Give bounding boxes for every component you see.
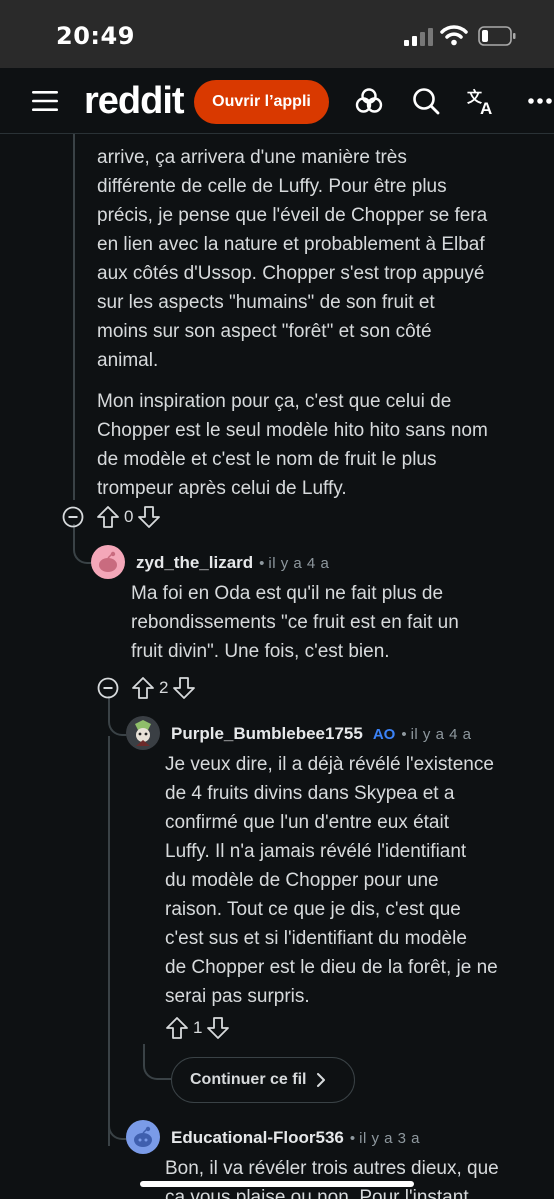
- vote-score: 1: [193, 1018, 203, 1037]
- username[interactable]: zyd_the_lizard: [136, 553, 253, 573]
- home-indicator: [140, 1181, 414, 1187]
- status-time: 20:49: [56, 22, 135, 50]
- comment-line: aux côtés d'Ussop. Chopper s'est trop ap…: [97, 263, 485, 284]
- comment-age: il y a 4 a: [268, 555, 330, 572]
- collapse-thread-icon[interactable]: [97, 677, 119, 699]
- thread-line: [73, 134, 75, 500]
- downvote-icon[interactable]: [206, 1016, 230, 1040]
- vote-bar: 0: [96, 503, 161, 531]
- comment-line: Luffy. Il n'a jamais révélé l'identifian…: [165, 841, 467, 862]
- comment-line: du modèle de Chopper pour une: [165, 870, 439, 891]
- comment-line: précis, je pense que l'éveil de Chopper …: [97, 205, 488, 226]
- upvote-icon[interactable]: [96, 505, 120, 529]
- avatar[interactable]: [126, 716, 160, 750]
- comment-body: Je veux dire, il a déjà révélé l'existen…: [165, 750, 545, 1011]
- comment-line: trompeur après celui de Luffy.: [97, 478, 347, 499]
- comment-line: Bon, il va révéler trois autres dieux, q…: [165, 1158, 499, 1179]
- separator-dot: •: [401, 726, 407, 743]
- communities-icon[interactable]: [354, 86, 384, 116]
- comment-line: moins sur son aspect "forêt" et son côté: [97, 321, 432, 342]
- collapse-thread-icon[interactable]: [62, 506, 84, 528]
- comment-thread: arrive, ça arrivera d'une manière très d…: [0, 134, 554, 1199]
- comment-line: de 4 fruits divins dans Skypea et a: [165, 783, 455, 804]
- comment-line: sur les aspects "humains" de son fruit e…: [97, 292, 435, 313]
- comment-line: en lien avec la nature et probablement à…: [97, 234, 485, 255]
- thread-connector: [143, 1044, 171, 1080]
- hamburger-menu-icon[interactable]: [32, 90, 58, 112]
- downvote-icon[interactable]: [137, 505, 161, 529]
- op-badge: AO: [372, 726, 396, 743]
- thread-line: [108, 736, 110, 1146]
- translate-icon[interactable]: 文 A: [467, 86, 497, 116]
- thread-connector: [73, 524, 93, 564]
- comment-line: de modèle et c'est le nom de fruit le pl…: [97, 449, 437, 470]
- snoo-avatar-icon: [99, 551, 117, 572]
- custom-avatar-icon: [126, 716, 160, 750]
- comment-line: serai pas surpris.: [165, 986, 310, 1007]
- reddit-logo[interactable]: reddit: [84, 80, 185, 123]
- comment-line: de Chopper est le dieu de la forêt, je n…: [165, 957, 498, 978]
- search-icon[interactable]: [411, 86, 441, 116]
- downvote-icon[interactable]: [172, 676, 196, 700]
- snoo-avatar-icon: [134, 1126, 152, 1147]
- comment-body: Bon, il va révéler trois autres dieux, q…: [165, 1154, 545, 1199]
- separator-dot: •: [349, 1130, 356, 1147]
- battery-icon: [478, 26, 516, 46]
- username[interactable]: Educational-Floor536: [171, 1128, 344, 1148]
- continue-thread-button[interactable]: Continuer ce fil: [171, 1057, 355, 1103]
- comment-age: il y a 3 a: [359, 1130, 421, 1147]
- vote-bar: 2: [131, 674, 196, 702]
- wifi-icon: [440, 25, 468, 46]
- comment-line: différente de celle de Luffy. Pour être …: [97, 176, 447, 197]
- comment-age: il y a 4 a: [410, 726, 472, 743]
- comment-line: Je veux dire, il a déjà révélé l'existen…: [165, 754, 494, 775]
- comment-line: arrive, ça arrivera d'une manière très: [97, 147, 407, 168]
- comment-line: fruit divin". Une fois, c'est bien.: [131, 641, 390, 662]
- thread-connector: [108, 1102, 128, 1140]
- vote-bar: 1: [165, 1014, 230, 1042]
- comment-meta: Educational-Floor536 • il y a 3 a: [171, 1128, 420, 1148]
- comment-body: arrive, ça arrivera d'une manière très d…: [97, 143, 537, 503]
- comment-line: raison. Tout ce que je dis, c'est que: [165, 899, 461, 920]
- open-app-button[interactable]: Ouvrir l’appli: [194, 80, 329, 124]
- vote-score: 2: [159, 678, 169, 697]
- avatar[interactable]: [91, 545, 125, 579]
- comment-line: Ma foi en Oda est qu'il ne fait plus de: [131, 583, 444, 604]
- chevron-right-icon: [317, 1073, 326, 1087]
- comment-meta: zyd_the_lizard • il y a 4 a: [136, 553, 329, 573]
- comment-line: confirmé que l'un d'entre eux était: [165, 812, 449, 833]
- comment-line: Chopper est le seul modèle hito hito san…: [97, 420, 488, 441]
- comment-line: animal.: [97, 350, 159, 371]
- comment-line: c'est sus et si l'identifiant du modèle: [165, 928, 467, 949]
- comment-body: Ma foi en Oda est qu'il ne fait plus de …: [131, 579, 541, 666]
- status-bar: 20:49: [0, 0, 554, 68]
- cellular-signal-icon: [404, 28, 433, 46]
- upvote-icon[interactable]: [131, 676, 155, 700]
- username[interactable]: Purple_Bumblebee1755: [171, 724, 363, 744]
- continue-thread-label: Continuer ce fil: [190, 1071, 307, 1088]
- comment-line: Mon inspiration pour ça, c'est que celui…: [97, 391, 452, 412]
- avatar[interactable]: [126, 1120, 160, 1154]
- vote-score: 0: [124, 507, 134, 526]
- separator-dot: •: [259, 555, 265, 572]
- comment-meta: Purple_Bumblebee1755 AO • il y a 4 a: [171, 724, 471, 744]
- svg-text:A: A: [480, 99, 492, 116]
- more-options-icon[interactable]: [526, 86, 554, 116]
- app-header: reddit Ouvrir l’appli 文 A: [0, 68, 554, 134]
- comment-line: rebondissements "ce fruit est en fait un: [131, 612, 459, 633]
- upvote-icon[interactable]: [165, 1016, 189, 1040]
- thread-connector: [108, 696, 128, 736]
